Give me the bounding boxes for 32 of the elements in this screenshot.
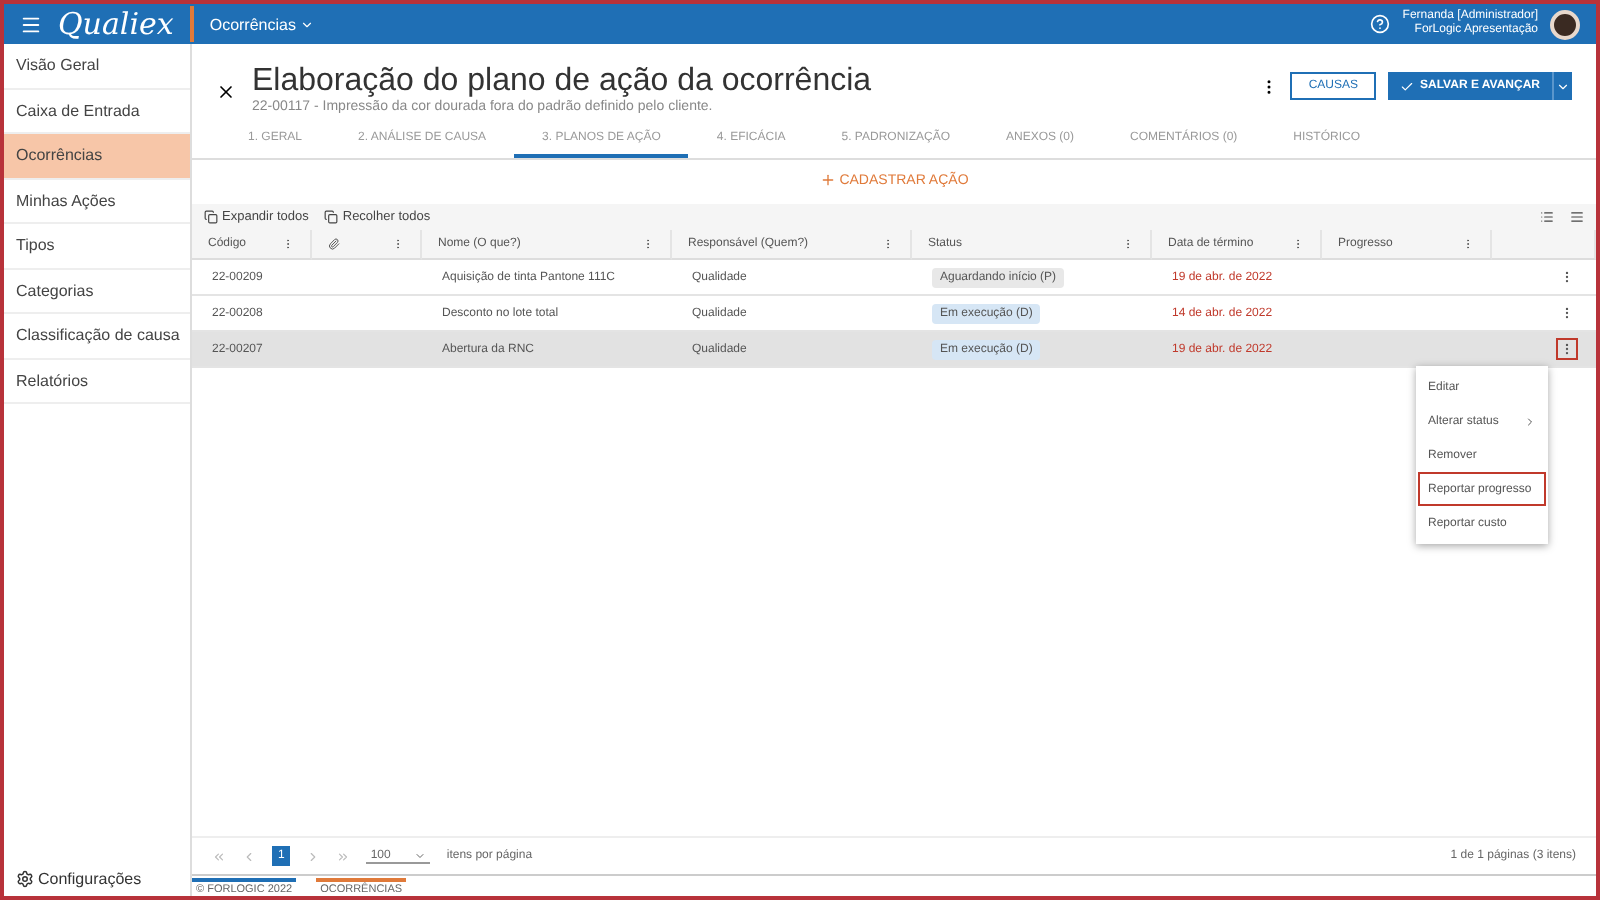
attachment-icon [328,238,340,250]
columns-icon[interactable] [1570,210,1584,224]
settings-link[interactable]: Configurações [4,862,190,896]
caret-icon [299,17,314,31]
avatar[interactable] [1550,9,1580,39]
settings-label: Configurações [38,870,142,888]
list-view-icon[interactable] [1540,210,1554,224]
sidebar-item[interactable]: Visão Geral [4,44,190,89]
check-icon [1400,79,1414,93]
sidebar-item[interactable]: Relatórios [4,359,190,404]
module-selector[interactable]: Ocorrências [209,15,314,33]
settings-icon [16,870,34,888]
copy-icon [204,210,218,224]
caret-icon [1556,79,1570,93]
sidebar-item[interactable]: Categorias [4,269,190,314]
logo[interactable]: Qualiex [58,6,194,42]
help-icon[interactable] [1370,14,1391,34]
row-menu-button[interactable] [1558,340,1576,358]
more-icon [1560,342,1574,356]
more-icon [1560,306,1574,320]
caret-icon [414,849,427,861]
close-icon[interactable] [216,82,236,102]
page-title: Elaboração do plano de ação da ocorrência [252,64,872,99]
sidebar-item[interactable]: Ocorrências [4,134,190,179]
copy-icon [324,210,339,224]
save-options-button[interactable] [1552,72,1572,100]
sidebar-item[interactable]: Minhas Ações [4,179,190,224]
plus-icon [819,172,836,188]
sidebar-item[interactable]: Tipos [4,224,190,269]
more-icon [1560,270,1574,284]
sidebar-item[interactable]: Classificação de causa [4,314,190,359]
menu-icon[interactable] [20,13,42,35]
